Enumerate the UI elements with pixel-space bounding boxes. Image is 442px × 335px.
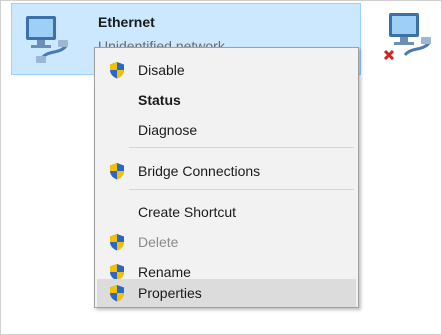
menu-item-status[interactable]: Status — [97, 86, 356, 114]
uac-shield-icon — [109, 284, 125, 302]
network-connections-window: Ethernet Unidentified network Disable St… — [0, 0, 442, 335]
menu-separator — [129, 147, 354, 148]
uac-shield-icon — [109, 61, 125, 79]
uac-shield-icon — [109, 233, 125, 251]
menu-item-label: Disable — [138, 62, 185, 78]
menu-item-bridge-connections[interactable]: Bridge Connections — [97, 157, 356, 185]
menu-item-diagnose[interactable]: Diagnose — [97, 116, 356, 144]
menu-item-properties[interactable]: Properties — [97, 279, 356, 307]
menu-item-delete[interactable]: Delete — [97, 228, 356, 256]
menu-item-label: Rename — [138, 264, 191, 280]
context-menu: Disable Status Diagnose Bridge Connectio… — [94, 47, 359, 308]
adapter-second[interactable] — [373, 9, 441, 75]
menu-item-label: Properties — [138, 285, 202, 301]
menu-item-disable[interactable]: Disable — [97, 56, 356, 84]
menu-item-label: Create Shortcut — [138, 204, 237, 220]
uac-shield-icon — [109, 162, 125, 180]
menu-item-create-shortcut[interactable]: Create Shortcut — [97, 198, 356, 226]
adapter-name: Ethernet — [98, 14, 155, 30]
network-adapter-disconnected-icon — [383, 9, 435, 67]
menu-item-label: Diagnose — [138, 122, 198, 138]
menu-item-label: Delete — [138, 234, 179, 250]
network-adapter-icon — [20, 12, 72, 70]
menu-item-label: Status — [138, 92, 181, 108]
menu-separator — [129, 189, 354, 190]
menu-item-label: Bridge Connections — [138, 163, 261, 179]
